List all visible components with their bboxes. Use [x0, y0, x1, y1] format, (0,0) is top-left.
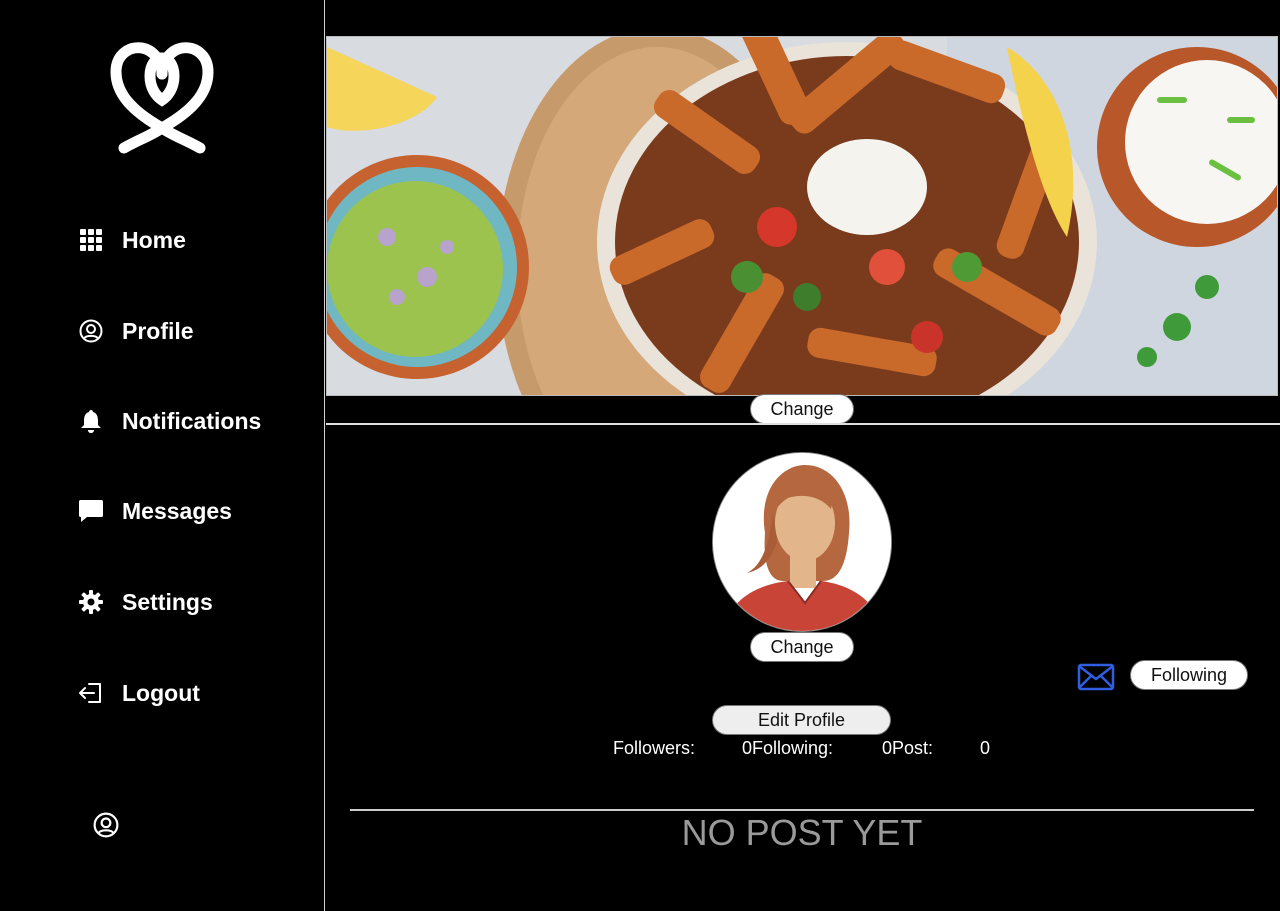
followers-label: Followers:	[613, 738, 696, 758]
envelope-icon[interactable]	[1077, 662, 1115, 692]
following-label: Following:	[752, 738, 834, 758]
gear-icon	[78, 589, 104, 615]
user-circle-icon	[78, 318, 104, 344]
sidebar-item-label: Profile	[122, 317, 194, 344]
posts-count: 0	[980, 738, 991, 758]
sidebar-item-label: Logout	[122, 679, 200, 706]
following-button[interactable]: Following	[1130, 660, 1248, 690]
empty-posts-message: NO POST YET	[681, 812, 923, 853]
sidebar-item-home[interactable]: Home	[78, 223, 186, 257]
account-icon[interactable]	[93, 812, 119, 838]
profile-main: Change Change Following Edit Profile Fol…	[326, 0, 1280, 911]
change-avatar-button[interactable]: Change	[750, 632, 854, 662]
posts-label: Post:	[892, 738, 934, 758]
sidebar-item-settings[interactable]: Settings	[78, 585, 213, 619]
chat-bubble-icon	[78, 498, 104, 524]
sidebar-item-label: Notifications	[122, 407, 262, 434]
followers-count: 0	[742, 738, 753, 758]
posts-divider	[350, 809, 1254, 811]
bell-icon	[78, 408, 104, 434]
edit-profile-button[interactable]: Edit Profile	[712, 705, 891, 735]
grid-icon	[78, 227, 104, 253]
sidebar: Home Profile Notifications Messages Sett…	[0, 0, 325, 911]
cover-image	[326, 36, 1278, 396]
sidebar-item-profile[interactable]: Profile	[78, 314, 194, 348]
sidebar-item-label: Home	[122, 226, 186, 253]
avatar[interactable]	[712, 452, 892, 632]
section-divider	[326, 423, 1280, 425]
following-count: 0	[882, 738, 893, 758]
change-cover-button[interactable]: Change	[750, 394, 854, 424]
sidebar-item-notifications[interactable]: Notifications	[78, 404, 261, 438]
sidebar-item-logout[interactable]: Logout	[78, 676, 200, 710]
logout-icon	[78, 680, 104, 706]
sidebar-item-label: Messages	[122, 497, 232, 524]
app-logo-icon[interactable]	[110, 40, 214, 156]
sidebar-item-messages[interactable]: Messages	[78, 494, 232, 528]
sidebar-item-label: Settings	[122, 588, 213, 615]
